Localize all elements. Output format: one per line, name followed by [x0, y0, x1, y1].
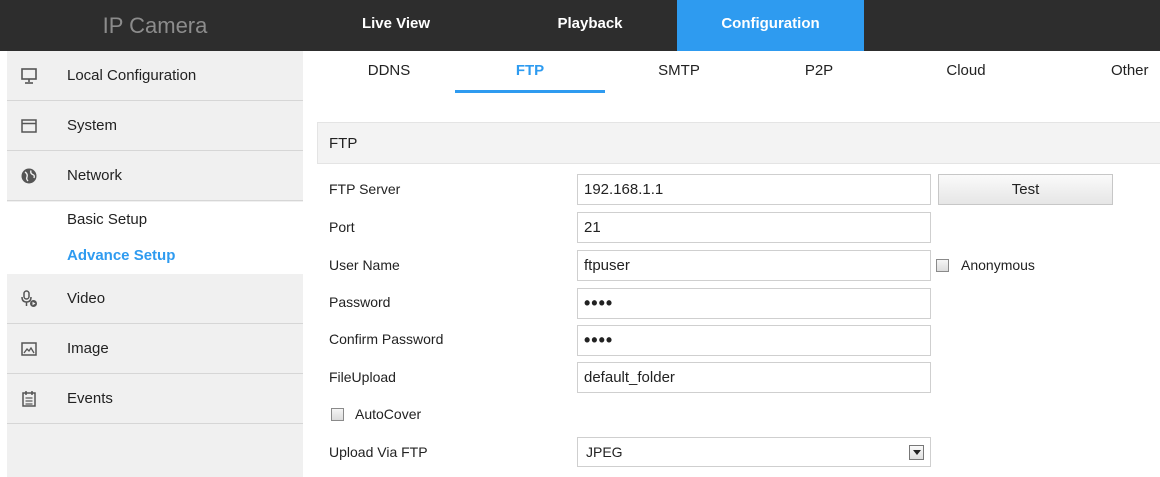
nav-playback[interactable]: Playback [520, 0, 660, 51]
password-label: Password [329, 294, 391, 310]
confirm-password-input[interactable]: •••• [577, 325, 931, 356]
sidebar-item-label: Image [67, 340, 109, 357]
section-title: FTP [329, 135, 358, 152]
sidebar-item-label: Network [67, 167, 123, 184]
sidebar-subitem-advance-setup[interactable]: Advance Setup [7, 238, 303, 274]
ftp-server-label: FTP Server [329, 181, 401, 197]
sidebar-item-label: Events [67, 390, 113, 407]
nav-configuration[interactable]: Configuration [677, 0, 864, 51]
confirm-password-label: Confirm Password [329, 331, 444, 347]
sidebar-item-network[interactable]: Network [7, 151, 303, 201]
sidebar: Local Configuration System Network Basic… [7, 51, 303, 477]
sidebar-item-label: Video [67, 290, 106, 307]
sidebar-item-label: Local Configuration [67, 67, 197, 84]
tab-p2p[interactable]: P2P [760, 51, 878, 93]
test-button[interactable]: Test [938, 174, 1113, 205]
sidebar-subitem-label: Basic Setup [67, 211, 148, 228]
password-input[interactable]: •••• [577, 288, 931, 319]
top-bar: IP Camera Live View Playback Configurati… [0, 0, 1160, 51]
sidebar-item-events[interactable]: Events [7, 374, 303, 424]
section-header: FTP [317, 122, 1160, 164]
anonymous-checkbox[interactable] [936, 259, 949, 272]
autocover-checkbox[interactable] [331, 408, 344, 421]
port-input[interactable]: 21 [577, 212, 931, 243]
sidebar-subitem-label: Advance Setup [67, 247, 176, 264]
tab-cloud[interactable]: Cloud [907, 51, 1025, 93]
app-title: IP Camera [102, 13, 208, 38]
tab-ddns[interactable]: DDNS [330, 51, 448, 93]
upload-via-ftp-label: Upload Via FTP [329, 444, 428, 460]
tab-ftp[interactable]: FTP [455, 51, 605, 93]
autocover-label: AutoCover [355, 406, 422, 422]
tab-smtp[interactable]: SMTP [620, 51, 738, 93]
file-upload-input[interactable]: default_folder [577, 362, 931, 393]
sidebar-item-local-configuration[interactable]: Local Configuration [7, 51, 303, 101]
camera-mic-icon [19, 289, 39, 309]
globe-icon [19, 166, 39, 186]
window-icon [19, 116, 39, 136]
user-name-label: User Name [329, 257, 400, 273]
upload-via-ftp-select[interactable]: JPEG [577, 437, 931, 467]
image-icon [19, 339, 39, 359]
sidebar-item-system[interactable]: System [7, 101, 303, 151]
ftp-server-input[interactable]: 192.168.1.1 [577, 174, 931, 205]
port-label: Port [329, 219, 355, 235]
upload-via-ftp-value: JPEG [586, 444, 623, 460]
nav-live-view[interactable]: Live View [334, 0, 458, 51]
monitor-icon [19, 66, 39, 86]
sidebar-subitem-basic-setup[interactable]: Basic Setup [7, 202, 303, 238]
sidebar-item-label: System [67, 117, 118, 134]
user-name-input[interactable]: ftpuser [577, 250, 931, 281]
anonymous-label: Anonymous [961, 257, 1035, 273]
file-upload-label: FileUpload [329, 369, 396, 385]
chevron-down-icon[interactable] [909, 445, 924, 460]
sidebar-item-video[interactable]: Video [7, 274, 303, 324]
sidebar-item-image[interactable]: Image [7, 324, 303, 374]
calendar-icon [19, 389, 39, 409]
tab-other[interactable]: Other [1105, 51, 1160, 93]
